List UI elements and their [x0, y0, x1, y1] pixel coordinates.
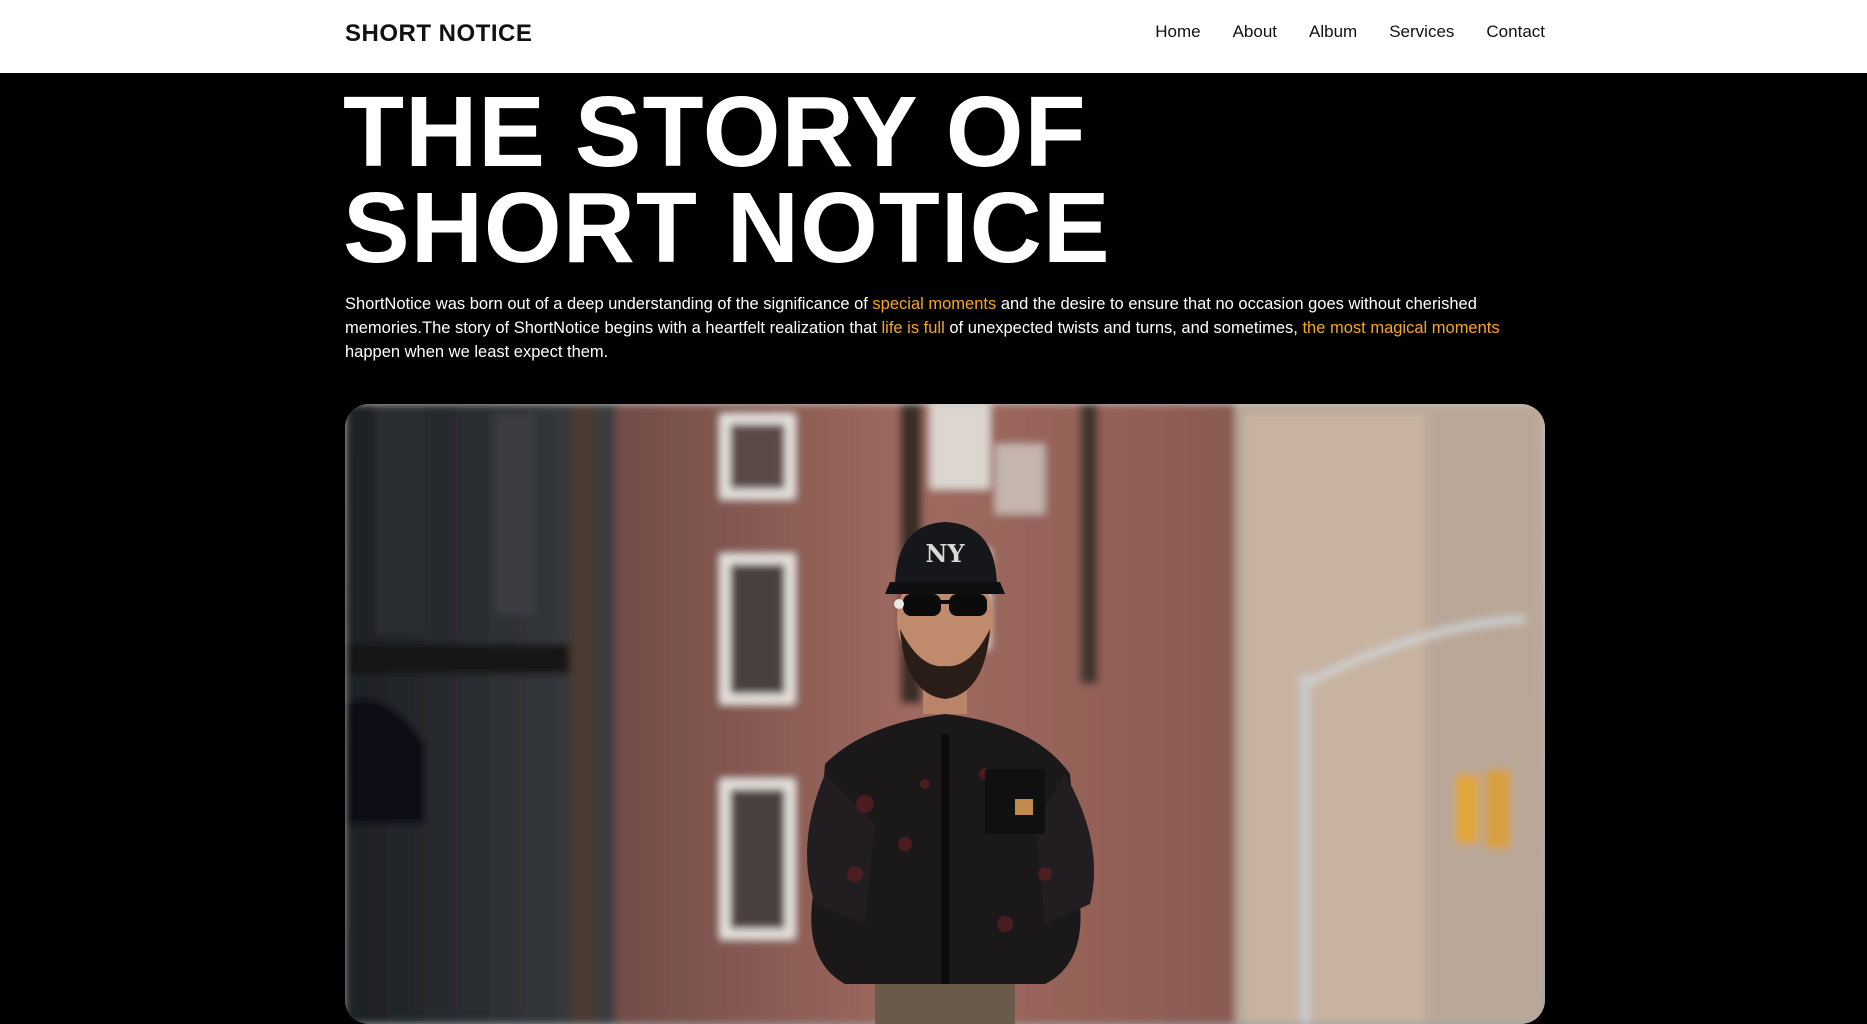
- site-header: SHORT NOTICE Home About Album Services C…: [0, 0, 1867, 73]
- nav-link-album[interactable]: Album: [1309, 22, 1357, 42]
- nav-link-services[interactable]: Services: [1389, 22, 1454, 42]
- brand-logo[interactable]: SHORT NOTICE: [345, 20, 532, 48]
- intro-text-3: of unexpected twists and turns, and some…: [944, 319, 1303, 337]
- hero-title: THE STORY OF SHORT NOTICE: [343, 76, 1111, 284]
- intro-paragraph: ShortNotice was born out of a deep under…: [345, 292, 1545, 364]
- nav-link-contact[interactable]: Contact: [1486, 22, 1545, 42]
- highlight-magical-moments: the most magical moments: [1302, 319, 1500, 337]
- hero-photo: NY: [345, 404, 1545, 1024]
- highlight-life-is-full: life is full: [881, 319, 945, 337]
- highlight-special-moments: special moments: [872, 295, 997, 313]
- intro-text-1: ShortNotice was born out of a deep under…: [345, 295, 873, 313]
- hero-title-line-1: THE STORY OF: [343, 76, 1087, 188]
- cap-logo: NY: [925, 539, 965, 568]
- main-nav: Home About Album Services Contact: [1155, 22, 1545, 42]
- nav-link-home[interactable]: Home: [1155, 22, 1200, 42]
- intro-text-4: happen when we least expect them.: [345, 343, 609, 361]
- hero-title-line-2: SHORT NOTICE: [343, 172, 1111, 284]
- nav-link-about[interactable]: About: [1233, 22, 1277, 42]
